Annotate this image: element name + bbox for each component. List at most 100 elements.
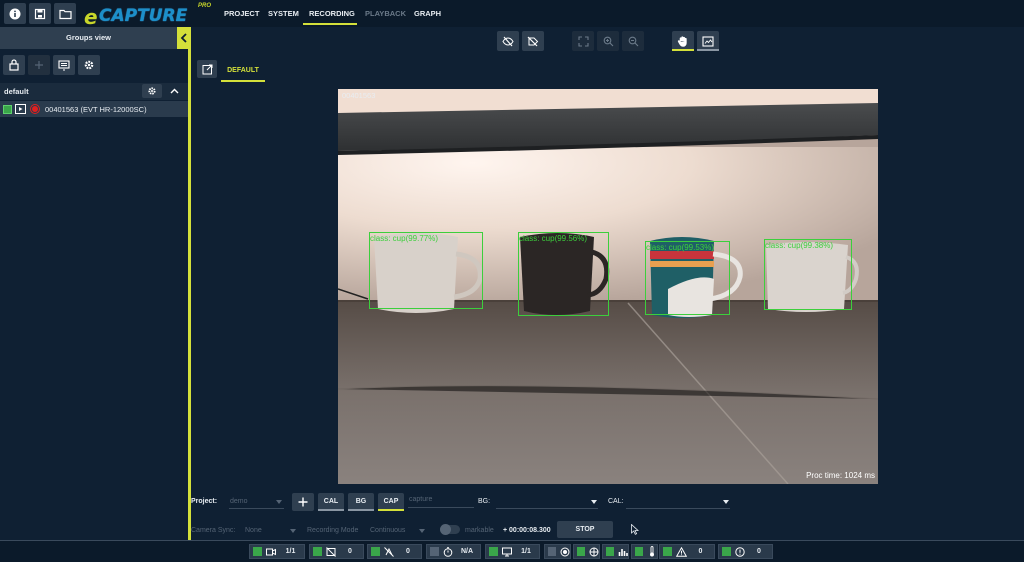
hide-roi-button[interactable] xyxy=(522,31,544,51)
stop-button[interactable]: STOP xyxy=(557,521,613,538)
camera-title: 00401563 xyxy=(342,91,376,100)
zoom-out-icon xyxy=(628,36,638,46)
external-link-icon xyxy=(202,64,212,74)
status-display[interactable]: 0 xyxy=(309,544,364,559)
detection-box: class: cup(99.38%) xyxy=(764,239,852,310)
info-button[interactable] xyxy=(4,3,26,24)
status-temperature[interactable] xyxy=(631,544,658,559)
status-indicator xyxy=(577,547,586,556)
cal-select-label: CAL: xyxy=(608,498,624,505)
display-settings-button[interactable] xyxy=(53,55,75,75)
tag-off-icon xyxy=(527,36,539,46)
zoom-in-button[interactable] xyxy=(597,31,619,51)
processing-time: Proc time: 1024 ms xyxy=(806,471,875,480)
menu-graph[interactable]: GRAPH xyxy=(414,9,441,18)
status-value: 1/1 xyxy=(285,548,296,555)
gear-icon xyxy=(84,60,94,70)
stopwatch-icon xyxy=(442,546,454,558)
fit-view-button[interactable] xyxy=(572,31,594,51)
recording-mode-select[interactable]: Continuous xyxy=(370,527,405,534)
bg-button-indicator xyxy=(348,509,374,511)
camera-icon xyxy=(265,546,277,558)
status-dropped-frames[interactable]: 0 xyxy=(367,544,422,559)
plus-icon xyxy=(35,61,43,69)
project-select[interactable]: demo xyxy=(230,498,248,505)
menu-system[interactable]: SYSTEM xyxy=(268,9,299,18)
save-button[interactable] xyxy=(29,3,51,24)
image-frame-icon xyxy=(702,35,714,47)
sidebar-divider[interactable] xyxy=(188,27,191,540)
status-bandwidth[interactable] xyxy=(602,544,629,559)
camera-sync-select[interactable]: None xyxy=(245,527,262,534)
detection-label: class: cup(99.56%) xyxy=(519,234,588,243)
status-errors[interactable]: 0 xyxy=(718,544,773,559)
info-icon xyxy=(9,8,21,19)
status-cameras[interactable]: 1/1 xyxy=(249,544,305,559)
status-value: 0 xyxy=(348,548,352,555)
status-value: 0 xyxy=(698,548,703,555)
pan-tool-button[interactable] xyxy=(672,31,694,51)
status-indicator xyxy=(313,547,322,556)
group-settings-button[interactable] xyxy=(142,84,162,98)
menu-recording[interactable]: RECORDING xyxy=(309,9,355,18)
logo-pro: PRO xyxy=(198,3,212,9)
mouse-cursor-icon xyxy=(631,524,639,535)
hide-overlay-button[interactable] xyxy=(497,31,519,51)
warning-icon xyxy=(675,546,687,558)
camera-row[interactable]: 00401563 (EVT HR-12000SC) xyxy=(0,101,188,117)
chevron-down-icon xyxy=(276,500,282,504)
tab-default[interactable]: DEFAULT xyxy=(221,60,265,82)
status-indicator xyxy=(722,547,731,556)
detection-label: class: cup(99.38%) xyxy=(765,241,834,250)
top-bar: e CAPTURE PRO PROJECT SYSTEM RECORDING P… xyxy=(0,0,1024,29)
menu-project[interactable]: PROJECT xyxy=(224,9,259,18)
add-project-button[interactable] xyxy=(292,493,314,511)
open-folder-button[interactable] xyxy=(54,3,76,24)
status-value: 0 xyxy=(757,548,761,555)
menu-playback[interactable]: PLAYBACK xyxy=(365,9,406,18)
pan-tool-active-indicator xyxy=(672,49,694,51)
capture-input[interactable]: capture xyxy=(409,496,432,503)
save-icon xyxy=(34,8,46,19)
preview-icon[interactable] xyxy=(15,104,26,114)
camera-view[interactable]: 00401563 class: cup(99.77%) class: cup(9… xyxy=(338,89,878,484)
status-indicator xyxy=(430,547,439,556)
record-icon xyxy=(559,546,570,558)
zoom-out-button[interactable] xyxy=(622,31,644,51)
roi-tool-button[interactable] xyxy=(697,31,719,51)
detection-box: class: cup(99.53%) xyxy=(645,241,730,315)
monitor-icon xyxy=(501,546,513,558)
status-record[interactable] xyxy=(544,544,571,559)
logo-text: CAPTURE xyxy=(99,6,188,26)
chevron-down-icon[interactable] xyxy=(723,500,729,504)
status-warnings[interactable]: 0 xyxy=(659,544,715,559)
status-network[interactable] xyxy=(573,544,600,559)
bg-select-label: BG: xyxy=(478,498,491,505)
hand-icon xyxy=(677,36,687,47)
recording-timer: + 00:00:08.300 xyxy=(503,527,551,534)
capture-input-underline xyxy=(408,507,474,508)
status-monitors[interactable]: 1/1 xyxy=(485,544,540,559)
status-indicator xyxy=(371,547,380,556)
roi-tool-indicator xyxy=(697,49,719,51)
recording-mode-label: Recording Mode xyxy=(307,527,359,534)
plus-icon xyxy=(298,497,308,507)
status-timing[interactable]: N/A xyxy=(426,544,481,559)
record-icon[interactable] xyxy=(30,104,40,114)
sidebar-settings-button[interactable] xyxy=(78,55,100,75)
lock-button[interactable] xyxy=(3,55,25,75)
group-row-default[interactable]: default xyxy=(0,83,188,100)
chevron-down-icon[interactable] xyxy=(591,500,597,504)
detection-label: class: cup(99.77%) xyxy=(370,234,439,243)
group-name: default xyxy=(4,87,29,96)
add-group-button[interactable] xyxy=(28,55,50,75)
detection-box: class: cup(99.56%) xyxy=(518,232,609,316)
network-icon xyxy=(588,546,599,558)
popout-view-button[interactable] xyxy=(197,60,217,78)
lock-icon xyxy=(9,59,19,71)
status-indicator xyxy=(635,547,644,556)
groups-view-title: Groups view xyxy=(0,27,177,49)
cal-select[interactable] xyxy=(626,508,730,509)
bg-select[interactable] xyxy=(496,508,598,509)
group-collapse-button[interactable] xyxy=(168,85,180,97)
